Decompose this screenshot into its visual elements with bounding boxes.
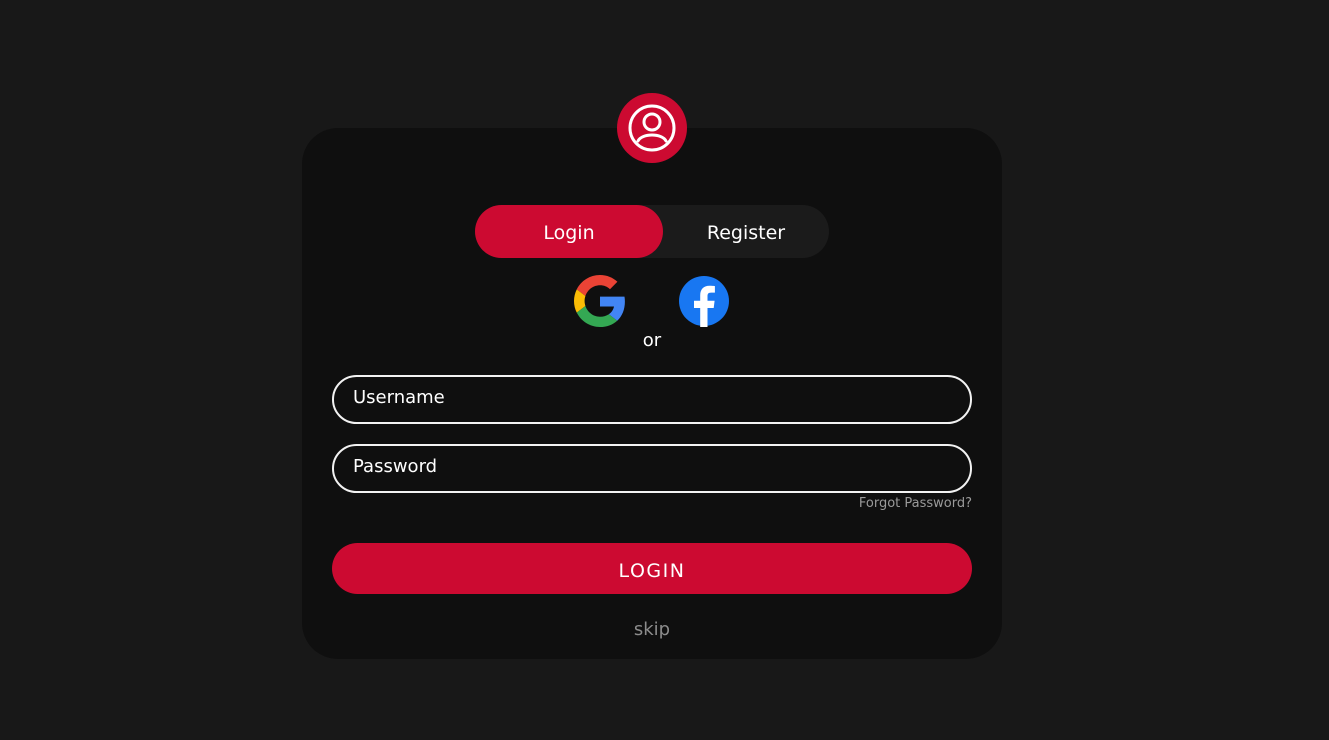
skip-link[interactable]: skip [612, 619, 692, 640]
user-avatar-icon [617, 93, 687, 163]
username-input[interactable] [332, 375, 972, 424]
password-input[interactable] [332, 444, 972, 493]
forgot-password-link[interactable]: Forgot Password? [772, 496, 972, 511]
user-circle-icon [628, 104, 676, 152]
tab-login[interactable]: Login [475, 205, 663, 258]
auth-tab-switcher: Login Register [475, 205, 829, 258]
facebook-icon [679, 276, 729, 327]
login-submit-button[interactable]: LOGIN [332, 543, 972, 594]
google-icon [574, 275, 625, 327]
or-divider-text: or [642, 330, 662, 351]
facebook-login-button[interactable] [678, 275, 730, 327]
google-login-button[interactable] [574, 275, 626, 327]
tab-register[interactable]: Register [663, 205, 829, 258]
